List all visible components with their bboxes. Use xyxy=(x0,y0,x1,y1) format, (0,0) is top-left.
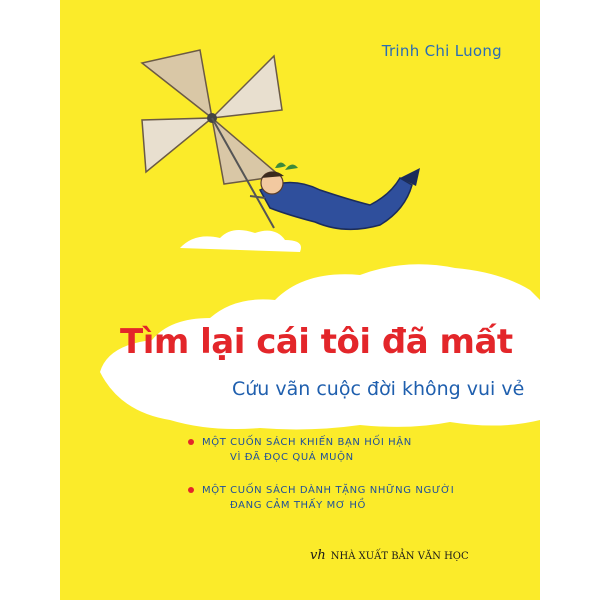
book-title: Tìm lại cái tôi đã mất xyxy=(120,322,513,362)
tagline-item: MỘT CUỐN SÁCH KHIẾN BẠN HỐI HẬN VÌ ĐÃ ĐỌ… xyxy=(188,435,528,465)
tagline-list: MỘT CUỐN SÁCH KHIẾN BẠN HỐI HẬN VÌ ĐÃ ĐỌ… xyxy=(188,435,528,531)
publisher-logo: vh xyxy=(310,548,326,563)
bullet-dot-icon xyxy=(188,487,194,493)
tagline-line: MỘT CUỐN SÁCH KHIẾN BẠN HỐI HẬN xyxy=(202,437,412,448)
publisher-name: NHÀ XUẤT BẢN VĂN HỌC xyxy=(330,551,469,562)
book-cover: Trinh Chi Luong Tìm lại cái tôi đã mất C… xyxy=(60,0,540,600)
flying-boy-illustration xyxy=(249,162,420,231)
bullet-dot-icon xyxy=(188,439,194,445)
pinwheel-illustration xyxy=(140,49,283,229)
tagline-line: MỘT CUỐN SÁCH DÀNH TẶNG NHỮNG NGƯỜI xyxy=(202,485,455,496)
tagline-line: ĐANG CẢM THẤY MƠ HỒ xyxy=(230,500,366,511)
small-cloud-shape xyxy=(180,229,301,252)
tagline-item: MỘT CUỐN SÁCH DÀNH TẶNG NHỮNG NGƯỜI ĐANG… xyxy=(188,483,528,513)
publisher: vh NHÀ XUẤT BẢN VĂN HỌC xyxy=(310,548,469,563)
book-subtitle: Cứu vãn cuộc đời không vui vẻ xyxy=(232,378,525,400)
author-name: Trinh Chi Luong xyxy=(381,42,502,60)
tagline-line: VÌ ĐÃ ĐỌC QUÁ MUỘN xyxy=(230,452,354,463)
